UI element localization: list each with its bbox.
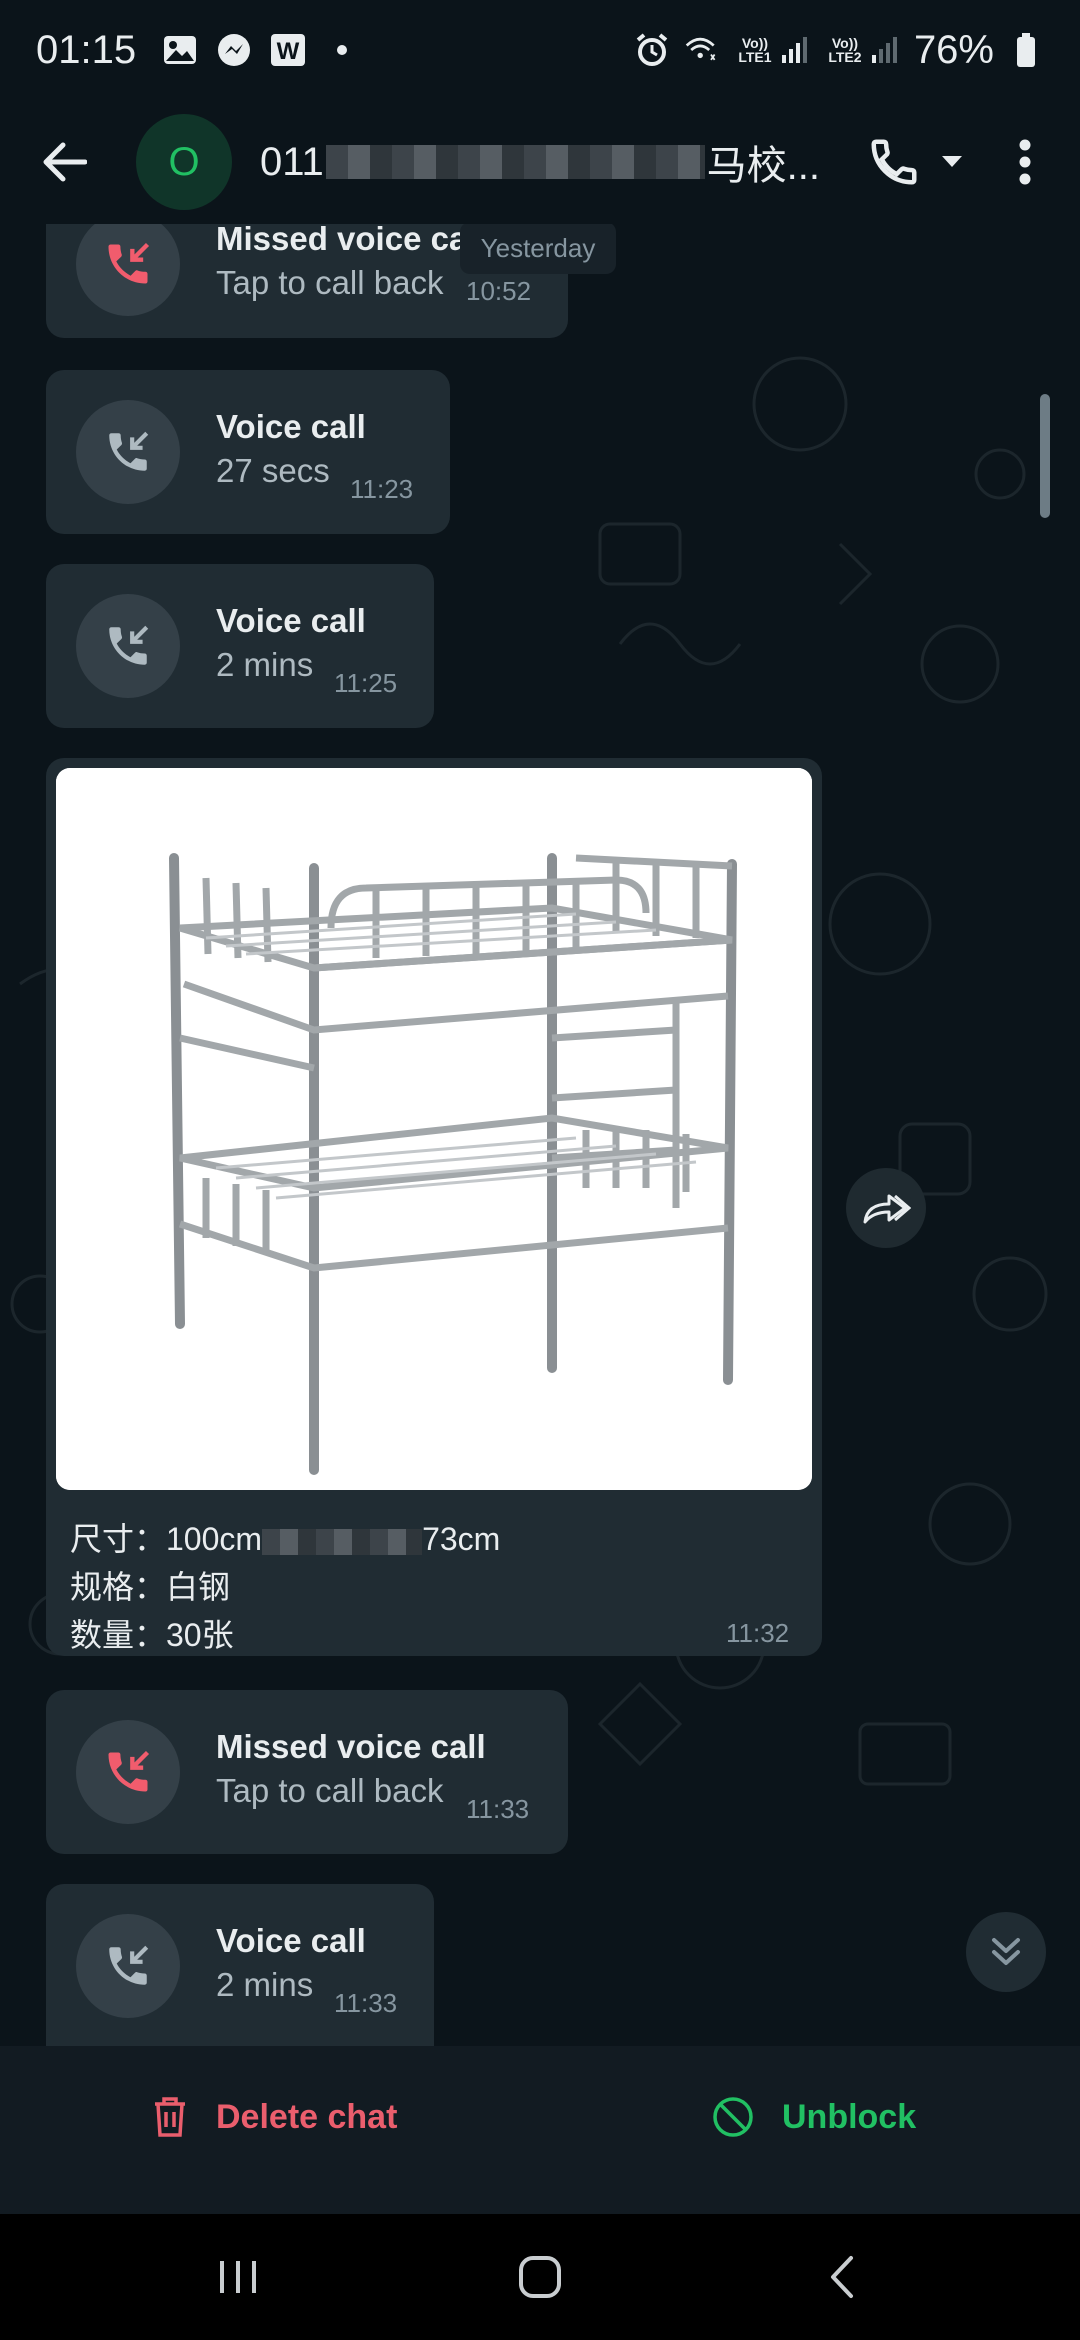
recents-button[interactable] xyxy=(178,2242,298,2312)
back-nav-button[interactable] xyxy=(782,2242,902,2312)
chat-area[interactable]: Missed voice call Tap to call back 10:52… xyxy=(0,224,1080,2046)
message-time: 11:33 xyxy=(334,1988,398,2018)
image-icon xyxy=(162,32,198,68)
call-title: Voice call xyxy=(216,602,366,639)
wifi-call-icon xyxy=(684,32,720,68)
back-button[interactable] xyxy=(14,112,114,212)
missed-call-icon xyxy=(108,1750,150,1792)
call-subtitle: Tap to call back xyxy=(216,1772,444,1809)
status-bar: 01:15 W Vo)) LTE1 Vo)) LTE2 76% xyxy=(0,0,1080,100)
unblock-button[interactable]: Unblock xyxy=(712,2096,916,2138)
redacted-block xyxy=(262,1528,423,1555)
block-icon xyxy=(713,2097,753,2137)
call-duration: 2 mins xyxy=(216,646,314,683)
battery-icon xyxy=(1008,32,1044,68)
double-chevron-down-icon xyxy=(992,1938,1020,1965)
voice-call-bubble[interactable]: Voice call 2 mins 11:33 xyxy=(46,1884,434,2046)
redacted-block xyxy=(325,145,705,179)
forward-button[interactable] xyxy=(846,1168,926,1248)
voice-call-button[interactable] xyxy=(852,120,936,204)
messenger-icon xyxy=(216,32,252,68)
missed-call-icon-wrap xyxy=(76,1720,180,1824)
incoming-call-icon-wrap xyxy=(76,594,180,698)
bunk-bed-photo[interactable] xyxy=(56,768,812,1490)
blocked-actions-bar: Delete chat Unblock xyxy=(0,2046,1080,2214)
message-time: 11:23 xyxy=(350,474,414,504)
call-dropdown-button[interactable] xyxy=(930,140,974,184)
voice-call-bubble[interactable]: Voice call 27 secs 11:23 xyxy=(46,370,450,534)
incoming-call-icon xyxy=(109,431,149,471)
home-icon xyxy=(519,2256,561,2298)
image-message-bubble[interactable]: 尺寸：100cm 73cm 规格：白钢 数量：30张 11:32 xyxy=(46,758,822,1656)
message-time: 10:52 xyxy=(466,276,532,306)
signal-icon xyxy=(871,37,897,63)
system-nav-bar xyxy=(0,2214,1080,2340)
svg-text:W: W xyxy=(277,38,300,65)
date-chip: Yesterday xyxy=(460,224,616,274)
voice-call-bubble[interactable]: Voice call 2 mins 11:25 xyxy=(46,564,434,728)
caption-size: 尺寸：100cm 73cm xyxy=(70,1514,500,1560)
lte2-label: Vo)) LTE2 xyxy=(824,35,900,65)
unblock-label: Unblock xyxy=(782,2097,917,2136)
caption-size-suffix: 73cm xyxy=(422,1521,501,1557)
scrollbar[interactable] xyxy=(1040,394,1050,518)
incoming-call-icon-wrap xyxy=(76,1914,180,2018)
incoming-call-icon-wrap xyxy=(76,400,180,504)
caption-size-prefix: 尺寸：100cm xyxy=(70,1521,263,1557)
signal-icon xyxy=(781,37,807,63)
call-title: Voice call xyxy=(216,1922,366,1959)
missed-call-icon-wrap xyxy=(76,224,180,316)
avatar-letter: O xyxy=(168,139,200,184)
call-title: Missed voice call xyxy=(216,1728,486,1765)
title-prefix: 011 xyxy=(260,139,324,184)
chat-header: O 011 马校... xyxy=(0,100,1080,224)
dot-icon xyxy=(324,32,360,68)
phone-icon xyxy=(871,139,917,185)
call-title: Voice call xyxy=(216,408,366,445)
more-options-button[interactable] xyxy=(1000,120,1050,204)
back-nav-icon xyxy=(831,2256,853,2298)
status-time: 01:15 xyxy=(36,27,137,72)
trash-icon xyxy=(155,2097,185,2137)
incoming-call-icon xyxy=(109,625,149,665)
forward-icon xyxy=(863,1194,911,1224)
avatar[interactable]: O xyxy=(136,114,232,210)
incoming-call-icon xyxy=(109,1945,149,1985)
back-arrow-icon xyxy=(43,142,87,182)
call-duration: 27 secs xyxy=(216,452,330,489)
alarm-icon xyxy=(634,32,670,68)
w-app-icon: W xyxy=(270,32,306,68)
date-chip-label: Yesterday xyxy=(480,232,596,263)
message-time: 11:25 xyxy=(334,668,398,698)
call-subtitle: Tap to call back xyxy=(216,264,444,301)
scroll-to-bottom-button[interactable] xyxy=(966,1912,1046,1992)
caption-spec: 规格：白钢 xyxy=(70,1569,231,1605)
missed-call-bubble[interactable]: Missed voice call Tap to call back 11:33 xyxy=(46,1690,568,1854)
bunk-bed-image xyxy=(56,768,812,1490)
message-time: 11:32 xyxy=(726,1618,790,1648)
delete-chat-button[interactable]: Delete chat xyxy=(152,2096,397,2138)
caption-quantity: 数量：30张 xyxy=(70,1617,234,1653)
battery-percent: 76% xyxy=(913,27,994,72)
home-button[interactable] xyxy=(480,2242,600,2312)
missed-call-icon xyxy=(108,242,150,284)
message-time: 11:33 xyxy=(466,1794,530,1824)
delete-chat-label: Delete chat xyxy=(216,2097,398,2136)
title-suffix: 马校... xyxy=(706,144,820,188)
dropdown-icon xyxy=(942,156,962,167)
more-vert-icon xyxy=(1019,139,1031,185)
call-duration: 2 mins xyxy=(216,1966,314,2003)
lte1-label: Vo)) LTE1 xyxy=(734,35,810,65)
recents-icon xyxy=(220,2261,256,2293)
contact-title[interactable]: 011 马校... xyxy=(260,133,820,191)
call-title: Missed voice call xyxy=(216,224,486,257)
